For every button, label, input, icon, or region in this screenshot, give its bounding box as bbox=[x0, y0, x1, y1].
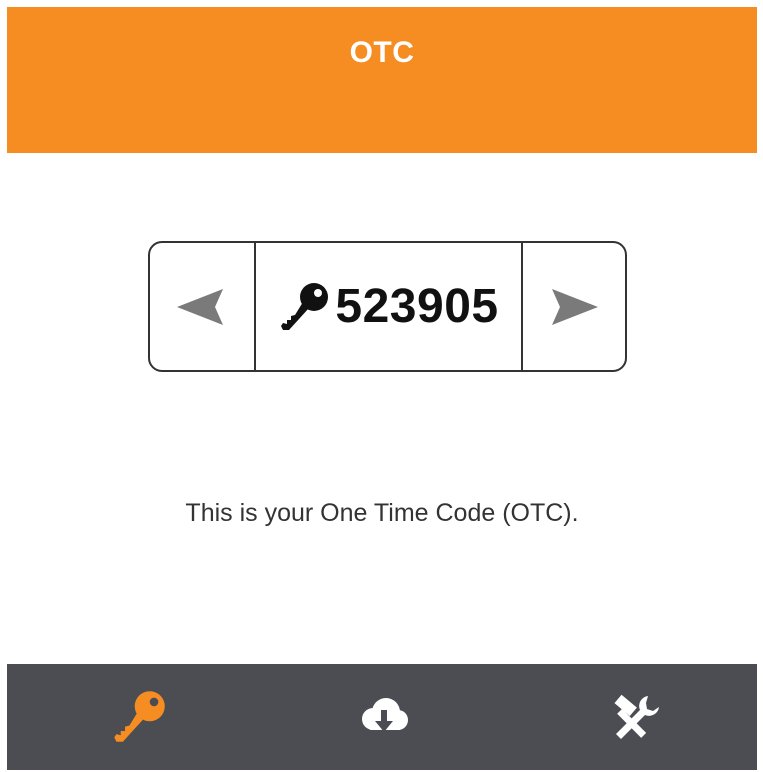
right-arrow-icon bbox=[552, 288, 598, 325]
otc-code-selector: 523905 bbox=[148, 241, 627, 372]
otc-description: This is your One Time Code (OTC). bbox=[185, 499, 579, 527]
header-bar: OTC bbox=[7, 7, 757, 153]
tools-icon bbox=[614, 694, 659, 739]
code-display: 523905 bbox=[256, 243, 520, 370]
bottom-nav-bar bbox=[7, 664, 757, 770]
cloud-download-icon bbox=[362, 698, 408, 732]
key-icon bbox=[114, 691, 165, 742]
page-title: OTC bbox=[349, 36, 415, 69]
next-code-button[interactable] bbox=[525, 243, 625, 370]
app-frame: OTC 523905 This is your One Time Code (O… bbox=[7, 7, 757, 770]
previous-code-button[interactable] bbox=[150, 243, 250, 370]
nav-download-button[interactable] bbox=[344, 682, 424, 752]
divider-right bbox=[521, 243, 523, 370]
otc-code-value: 523905 bbox=[335, 280, 499, 333]
left-arrow-icon bbox=[177, 288, 223, 325]
nav-settings-button[interactable] bbox=[595, 682, 675, 752]
nav-otc-button[interactable] bbox=[99, 682, 179, 752]
key-icon bbox=[281, 282, 329, 330]
